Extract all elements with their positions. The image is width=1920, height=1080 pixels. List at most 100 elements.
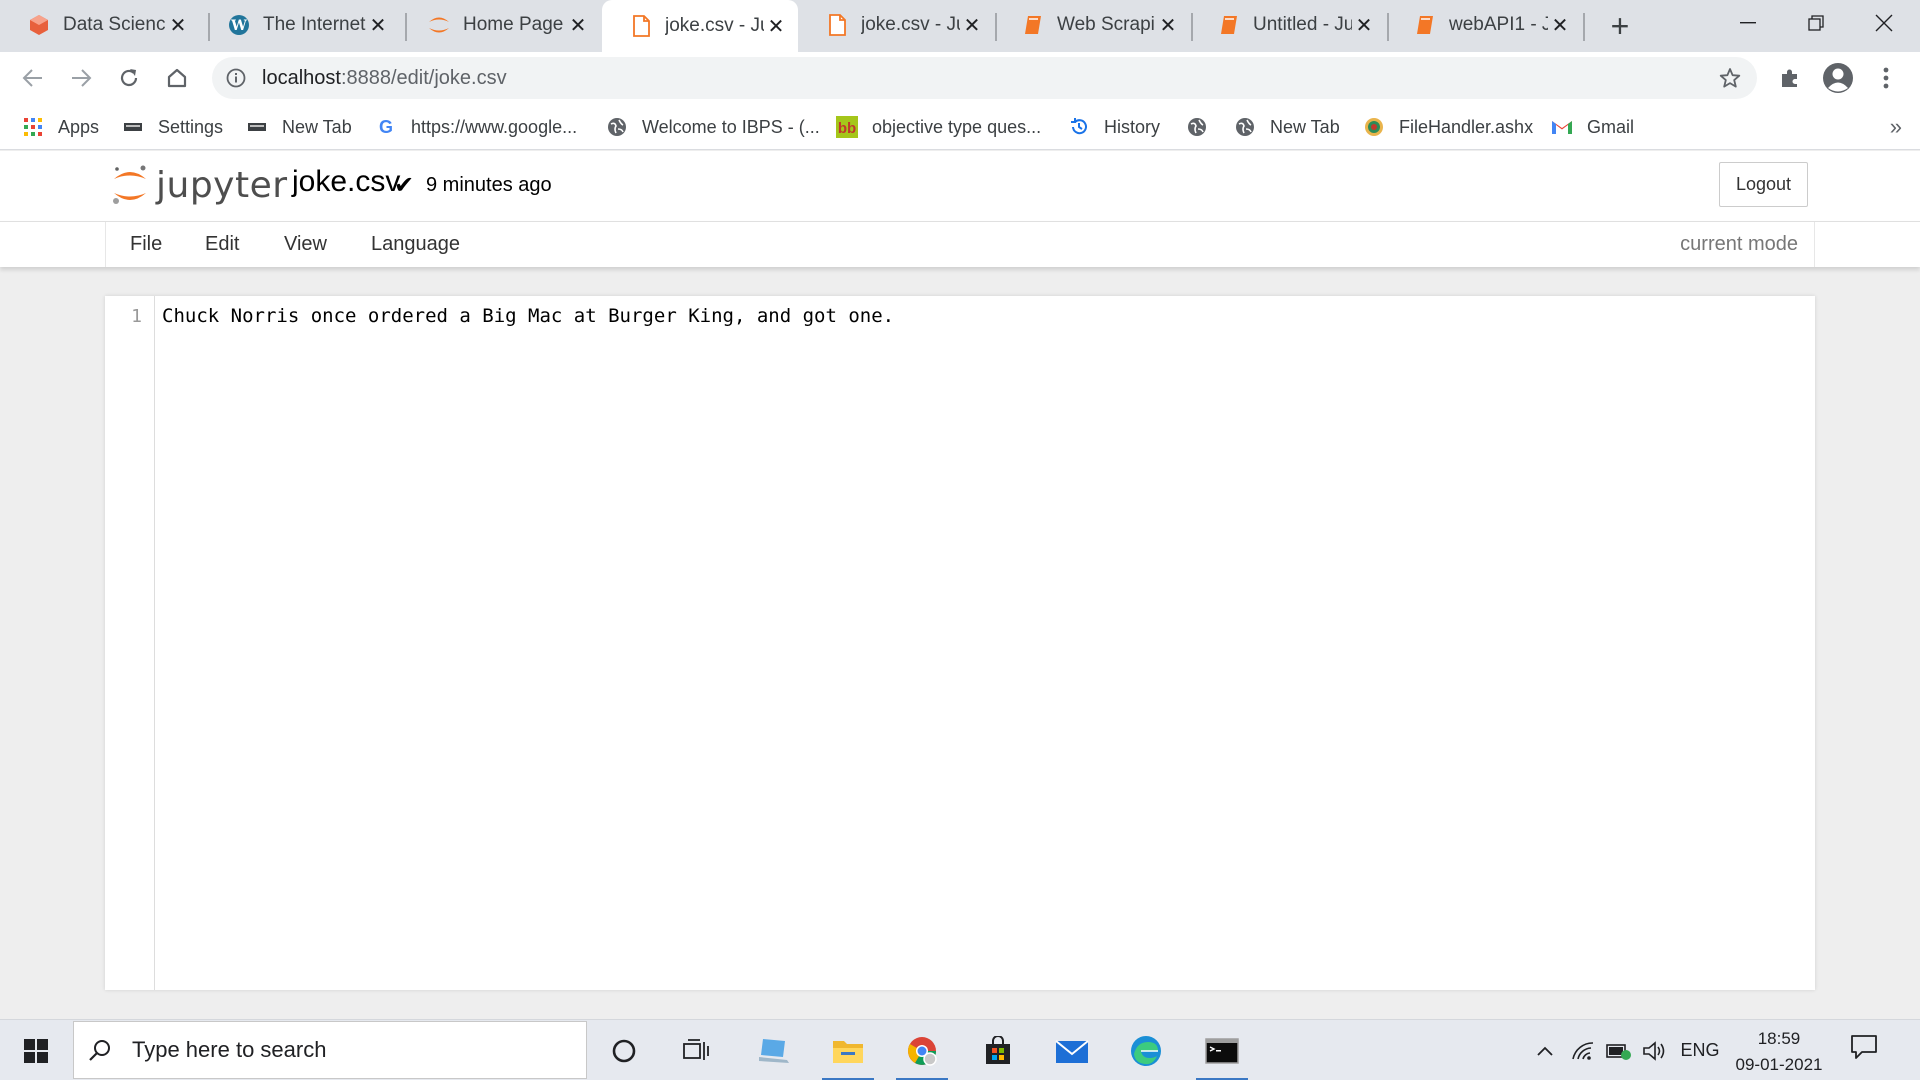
browser-tab-the-internet[interactable]: W The Internet ✕ — [200, 0, 400, 50]
jupyter-header: jupyter joke.csv ✔ 9 minutes ago Logout — [0, 151, 1920, 221]
browser-tab-untitled[interactable]: Untitled - Ju ✕ — [1190, 0, 1386, 50]
notebook-favicon — [1217, 13, 1241, 37]
data-science-favicon — [27, 13, 51, 37]
editor-line[interactable]: Chuck Norris once ordered a Big Mac at B… — [162, 305, 894, 327]
back-icon[interactable] — [13, 58, 53, 98]
browser-tab-webapi1[interactable]: webAPI1 - Ju ✕ — [1386, 0, 1582, 50]
bookmark-ibps[interactable]: Welcome to IBPS - (... — [606, 112, 820, 142]
file-favicon — [629, 14, 653, 38]
task-view-icon[interactable] — [660, 1020, 732, 1080]
logout-button[interactable]: Logout — [1719, 162, 1808, 207]
new-tab-button[interactable]: + — [1603, 8, 1637, 44]
show-hidden-icons-chevron-icon[interactable] — [1530, 1020, 1560, 1080]
bookmark-filehandler[interactable]: FileHandler.ashx — [1363, 112, 1533, 142]
microsoft-store-icon[interactable] — [962, 1020, 1034, 1080]
more-bookmarks-chevron-icon[interactable]: » — [1890, 114, 1902, 140]
gray-site-favicon — [246, 116, 268, 138]
menu-language[interactable]: Language — [371, 233, 460, 256]
mail-icon[interactable] — [1036, 1020, 1108, 1080]
address-bar[interactable]: localhost:8888/edit/joke.csv — [212, 57, 1757, 99]
home-icon[interactable] — [157, 58, 197, 98]
edge-icon[interactable] — [1110, 1020, 1182, 1080]
close-tab-icon[interactable]: ✕ — [566, 13, 590, 37]
filehandler-favicon — [1363, 116, 1385, 138]
bookmark-globe[interactable] — [1186, 112, 1222, 142]
taskbar-search-box[interactable]: Type here to search — [73, 1021, 587, 1079]
globe-icon — [606, 116, 628, 138]
close-tab-icon[interactable]: ✕ — [960, 13, 984, 37]
browser-menu-icon[interactable] — [1866, 58, 1906, 98]
browser-tab-web-scraping[interactable]: Web Scrapin ✕ — [994, 0, 1190, 50]
apps-grid-icon — [22, 116, 44, 138]
menu-edit[interactable]: Edit — [205, 233, 239, 256]
bookmark-settings[interactable]: Settings — [122, 112, 223, 142]
line-number: 1 — [131, 306, 142, 327]
input-language-indicator[interactable]: ENG — [1678, 1020, 1722, 1080]
globe-icon — [1234, 116, 1256, 138]
jupyter-logo-icon — [113, 165, 146, 204]
forward-icon[interactable] — [61, 58, 101, 98]
google-g-icon: G — [375, 116, 397, 138]
file-favicon — [825, 13, 849, 37]
bookmarks-bar: Apps Settings New Tab G https://www.goog… — [0, 104, 1920, 150]
taskbar-clock[interactable]: 18:59 09-01-2021 — [1724, 1026, 1834, 1078]
bookmark-new-tab[interactable]: New Tab — [246, 112, 352, 142]
reload-icon[interactable] — [109, 58, 149, 98]
menu-file[interactable]: File — [130, 233, 162, 256]
gray-site-favicon — [122, 116, 144, 138]
battery-icon[interactable] — [1604, 1020, 1634, 1080]
windows-start-icon[interactable] — [0, 1020, 72, 1080]
bookmark-objective-type[interactable]: bb objective type ques... — [836, 112, 1041, 142]
browser-tab-home-page[interactable]: Home Page ✕ — [400, 0, 600, 50]
extensions-puzzle-icon[interactable] — [1770, 58, 1810, 98]
globe-icon — [1186, 116, 1208, 138]
bookmark-google[interactable]: G https://www.google... — [375, 112, 577, 142]
close-tab-icon[interactable]: ✕ — [366, 13, 390, 37]
url-text: localhost:8888/edit/joke.csv — [262, 66, 507, 89]
command-prompt-icon[interactable] — [1186, 1020, 1258, 1080]
wifi-icon[interactable] — [1568, 1020, 1598, 1080]
jupyter-logo[interactable]: jupyter — [110, 163, 288, 207]
bookmark-apps[interactable]: Apps — [22, 112, 99, 142]
action-center-icon[interactable] — [1850, 1034, 1880, 1064]
saved-checkmark-icon: ✔ — [394, 172, 415, 199]
notebook-favicon — [1021, 13, 1045, 37]
bookmark-history[interactable]: History — [1068, 112, 1160, 142]
gmail-icon — [1551, 116, 1573, 138]
file-explorer-icon[interactable] — [812, 1020, 884, 1080]
close-tab-icon[interactable]: ✕ — [764, 14, 788, 38]
volume-icon[interactable] — [1640, 1020, 1670, 1080]
chrome-icon[interactable] — [886, 1020, 958, 1080]
profile-avatar-icon[interactable] — [1818, 58, 1858, 98]
search-icon — [89, 1040, 110, 1061]
bookmark-gmail[interactable]: Gmail — [1551, 112, 1634, 142]
close-tab-icon[interactable]: ✕ — [1352, 13, 1376, 37]
browser-tab-joke-csv[interactable]: joke.csv - Ju ✕ — [798, 0, 994, 50]
bookmark-star-icon[interactable] — [1717, 65, 1743, 91]
site-info-icon[interactable] — [224, 66, 248, 90]
close-tab-icon[interactable]: ✕ — [1548, 13, 1572, 37]
notebook-favicon — [1413, 13, 1437, 37]
browser-tab-joke-csv-active[interactable]: joke.csv - Ju ✕ — [602, 0, 798, 52]
browser-toolbar: localhost:8888/edit/joke.csv — [0, 52, 1920, 104]
history-icon — [1068, 116, 1090, 138]
restore-window-button[interactable] — [1782, 0, 1850, 46]
browser-tab-data-science[interactable]: Data Science ✕ — [0, 0, 200, 50]
laptop-app-icon[interactable] — [738, 1020, 810, 1080]
close-window-button[interactable] — [1850, 0, 1918, 46]
notebook-filename[interactable]: joke.csv — [292, 165, 400, 199]
current-mode-indicator: current mode — [1680, 233, 1798, 255]
bookmark-new-tab-2[interactable]: New Tab — [1234, 112, 1340, 142]
cortana-circle-icon[interactable] — [588, 1020, 660, 1080]
minimize-window-button[interactable] — [1714, 0, 1782, 46]
jupyter-favicon — [427, 13, 451, 37]
line-number-gutter: 1 — [105, 296, 155, 990]
menu-view[interactable]: View — [284, 233, 327, 256]
text-editor[interactable]: 1 Chuck Norris once ordered a Big Mac at… — [105, 296, 1815, 990]
close-tab-icon[interactable]: ✕ — [166, 13, 190, 37]
windows-taskbar: Type here to search ENG 18:59 09-01-2021 — [0, 1019, 1920, 1080]
close-tab-icon[interactable]: ✕ — [1156, 13, 1180, 37]
browser-tab-strip: Data Science ✕ W The Internet ✕ Home Pag… — [0, 0, 1920, 52]
jupyter-menubar-container: File Edit View Language current mode — [0, 221, 1920, 267]
wordpress-favicon: W — [227, 13, 251, 37]
